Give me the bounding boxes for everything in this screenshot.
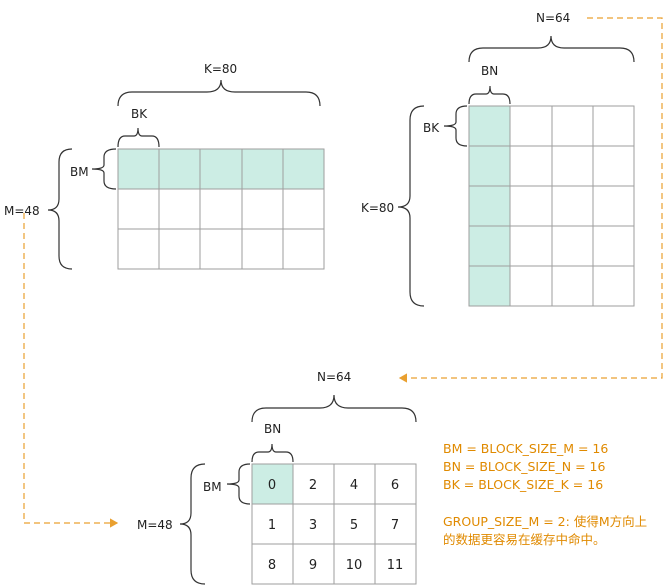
block-id: 9 xyxy=(309,558,317,573)
note-line: 的数据更容易在缓存中命中。 xyxy=(443,532,606,547)
m-label: M=48 xyxy=(4,204,40,218)
bk-brace xyxy=(117,127,160,148)
matrix-a-cell xyxy=(199,148,243,190)
block-id: 2 xyxy=(309,478,317,493)
matrix-b-cell xyxy=(551,105,594,147)
matrix-b-cell xyxy=(509,265,553,307)
bk-label: BK xyxy=(131,107,148,121)
matrix-b-cell xyxy=(592,105,635,147)
block-size-notes: BM = BLOCK_SIZE_M = 16 BN = BLOCK_SIZE_N… xyxy=(443,441,647,547)
matrix-a-cell xyxy=(117,228,160,270)
matrix-a-cell xyxy=(158,148,201,190)
matrix-b-cell xyxy=(468,105,511,147)
note-line: BN = BLOCK_SIZE_N = 16 xyxy=(443,459,606,474)
bk-label: BK xyxy=(423,121,440,135)
matrix-b-cell xyxy=(509,145,553,187)
matrix-b-cell xyxy=(468,225,511,267)
block-id: 0 xyxy=(268,478,276,493)
block-id: 1 xyxy=(268,518,276,533)
block-id: 8 xyxy=(268,558,276,573)
matrix-a-cell xyxy=(117,148,160,190)
bm-brace xyxy=(91,148,117,190)
matrix-a-cell xyxy=(241,188,284,230)
matrix-b-cell xyxy=(592,265,635,307)
matrix-b-cell xyxy=(468,145,511,187)
k-brace xyxy=(117,79,321,107)
n-label: N=64 xyxy=(536,11,570,25)
matrix-c: 0 2 4 6 1 3 5 7 8 9 10 11 N=64 BN BM M=4… xyxy=(137,370,417,585)
block-id: 4 xyxy=(350,478,358,493)
block-id: 10 xyxy=(346,558,363,573)
bn-label: BN xyxy=(481,64,498,78)
bm-label: BM xyxy=(70,165,89,179)
matrix-a-cell xyxy=(158,188,201,230)
note-line: BK = BLOCK_SIZE_K = 16 xyxy=(443,477,603,492)
matmul-tiling-diagram: K=80 BK BM M=48 N=64 BN BK K=80 0 2 4 6 … xyxy=(4,11,663,585)
matrix-a-cell xyxy=(199,188,243,230)
matrix-b-cell xyxy=(509,225,553,267)
k-brace xyxy=(397,105,425,307)
block-id: 3 xyxy=(309,518,317,533)
matrix-a-cell xyxy=(282,148,325,190)
k-label: K=80 xyxy=(204,62,237,76)
m-brace xyxy=(47,148,73,270)
bk-brace xyxy=(443,105,468,147)
matrix-b-cell xyxy=(468,265,511,307)
matrix-a: K=80 BK BM M=48 xyxy=(4,62,325,270)
m-dimension-arrow xyxy=(23,213,119,528)
matrix-b-cell xyxy=(592,185,635,227)
bn-label: BN xyxy=(264,422,281,436)
k-label: K=80 xyxy=(361,201,394,215)
note-line: GROUP_SIZE_M = 2: 使得M方向上 xyxy=(443,514,647,529)
matrix-b-cell xyxy=(468,185,511,227)
block-id: 5 xyxy=(350,518,358,533)
matrix-a-cell xyxy=(282,188,325,230)
block-id: 6 xyxy=(391,478,399,493)
matrix-a-cell xyxy=(199,228,243,270)
n-label: N=64 xyxy=(317,370,351,384)
matrix-b-cell xyxy=(551,185,594,227)
matrix-a-cell xyxy=(117,188,160,230)
m-label: M=48 xyxy=(137,518,173,532)
matrix-b-cell xyxy=(509,185,553,227)
matrix-b-cell xyxy=(551,145,594,187)
matrix-b-cell xyxy=(592,225,635,267)
matrix-a-cell xyxy=(158,228,201,270)
matrix-a-cell xyxy=(241,148,284,190)
n-brace xyxy=(468,35,635,63)
matrix-b: N=64 BN BK K=80 xyxy=(361,11,635,307)
matrix-b-cell xyxy=(551,265,594,307)
block-id: 7 xyxy=(391,518,399,533)
n-brace xyxy=(251,394,417,423)
matrix-a-cell xyxy=(241,228,284,270)
matrix-b-cell xyxy=(551,225,594,267)
matrix-b-cell xyxy=(592,145,635,187)
matrix-b-cell xyxy=(509,105,553,147)
matrix-a-cell xyxy=(282,228,325,270)
note-line: BM = BLOCK_SIZE_M = 16 xyxy=(443,441,608,456)
block-id: 11 xyxy=(387,558,404,573)
bm-label: BM xyxy=(203,480,222,494)
bn-brace xyxy=(468,85,511,105)
bm-brace xyxy=(226,463,251,505)
m-brace xyxy=(179,463,206,585)
bn-brace xyxy=(251,443,294,463)
